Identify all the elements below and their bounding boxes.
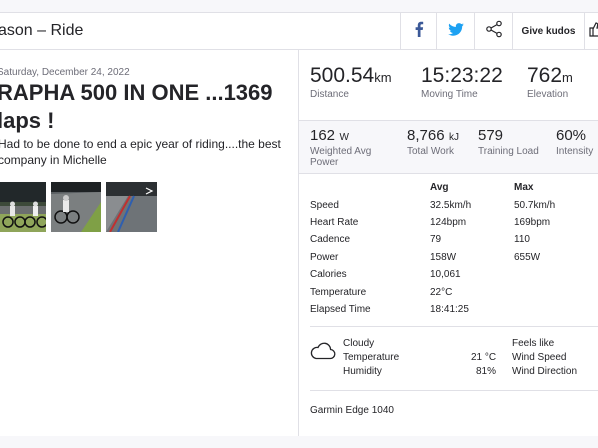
stat-total-work: 8,766 kJ Total Work — [407, 127, 459, 157]
stat-value: 500.54 — [310, 64, 375, 87]
row-max: 169bpm — [514, 217, 551, 228]
row-label: Power — [310, 252, 339, 263]
row-avg: 79 — [430, 234, 442, 245]
row-avg: 158W — [430, 252, 457, 263]
table-row: Temperature 22°C — [310, 287, 598, 304]
activity-date: Saturday, December 24, 2022 — [0, 67, 130, 78]
row-avg: 18:41:25 — [430, 304, 469, 315]
thumbs-up-icon — [589, 21, 598, 42]
table-row: Elapsed Time 18:41:25 — [310, 304, 598, 321]
share-button[interactable] — [474, 13, 512, 50]
stat-training-load: 579 Training Load — [478, 127, 539, 157]
twitter-icon — [447, 22, 464, 41]
stat-label: Intensity — [556, 146, 594, 157]
stat-value: 60% — [556, 127, 587, 144]
row-avg: 10,061 — [430, 269, 461, 280]
header-title: ason – Ride — [0, 22, 84, 39]
table-row: Speed 32.5km/h 50.7km/h — [310, 200, 598, 217]
activity-photo[interactable] — [51, 182, 101, 232]
table-row: Heart Rate 124bpm 169bpm — [310, 217, 598, 234]
row-label: Temperature — [310, 287, 367, 298]
row-avg: 22°C — [430, 287, 453, 298]
table-row: Calories 10,061 — [310, 269, 598, 286]
stat-moving-time: 15:23:22 Moving Time — [421, 64, 503, 100]
give-kudos-button[interactable]: Give kudos — [512, 13, 584, 50]
activity-page: ason – Ride Give kudos Saturday, Decembe… — [0, 0, 598, 448]
activity-description: Had to be done to end a epic year of rid… — [0, 137, 281, 167]
weather-humidity-value: 81% — [476, 366, 497, 377]
stat-label: Distance — [310, 89, 349, 100]
cloud-icon — [310, 342, 336, 363]
weather-condition: Cloudy — [343, 338, 375, 349]
row-avg: 124bpm — [430, 217, 467, 228]
section-divider — [310, 326, 598, 327]
table-header-avg: Avg — [430, 182, 449, 193]
stat-elevation: 762m Elevation — [527, 64, 573, 100]
stat-value: 762 — [527, 64, 563, 87]
share-icon — [485, 20, 503, 43]
weather-temperature-value: 21 °C — [471, 352, 497, 363]
stat-weighted-avg-power: 162 W Weighted Avg Power — [310, 127, 390, 168]
row-label: Heart Rate — [310, 217, 359, 228]
stat-value: 579 — [478, 127, 504, 144]
column-divider — [298, 50, 299, 436]
stat-unit: m — [562, 70, 573, 85]
weather-temperature-label: Temperature — [343, 352, 400, 363]
table-row: Power 158W 655W — [310, 252, 598, 269]
activity-photo[interactable] — [0, 182, 46, 232]
row-label: Elapsed Time — [310, 304, 371, 315]
kudos-thumb-button[interactable] — [584, 13, 598, 50]
stat-value: 8,766 — [407, 127, 445, 144]
activity-photo[interactable] — [106, 182, 157, 232]
stat-distance: 500.54km Distance — [310, 64, 392, 100]
stat-label: Moving Time — [421, 89, 478, 100]
twitter-share-button[interactable] — [436, 13, 474, 50]
stat-label: Total Work — [407, 146, 455, 157]
row-label: Speed — [310, 200, 339, 211]
activity-main: Saturday, December 24, 2022 RAPHA 500 IN… — [0, 50, 598, 436]
activity-header: ason – Ride Give kudos — [0, 12, 598, 50]
stat-label: Weighted Avg Power — [310, 146, 372, 168]
row-label: Cadence — [310, 234, 351, 245]
facebook-icon — [414, 21, 424, 42]
row-max: 655W — [514, 252, 541, 263]
facebook-share-button[interactable] — [400, 13, 436, 50]
stat-label: Elevation — [527, 89, 569, 100]
weather-humidity-label: Humidity — [343, 366, 382, 377]
stat-unit: kJ — [449, 132, 459, 143]
weather-wind-speed-label: Wind Speed — [512, 352, 567, 363]
weather-feels-like-label: Feels like — [512, 338, 555, 349]
stat-value: 15:23:22 — [421, 64, 503, 87]
stat-intensity: 60% Intensity — [556, 127, 593, 157]
table-row: Cadence 79 110 — [310, 234, 598, 251]
row-max: 110 — [514, 234, 530, 245]
device-name: Garmin Edge 1040 — [310, 405, 394, 416]
activity-title: RAPHA 500 IN ONE ...1369 laps ! — [0, 80, 273, 133]
weather-wind-direction-label: Wind Direction — [512, 366, 578, 377]
row-avg: 32.5km/h — [430, 200, 472, 211]
section-divider — [310, 390, 598, 391]
table-header-max: Max — [514, 182, 534, 193]
stat-unit: km — [374, 70, 392, 85]
stat-unit: W — [339, 132, 349, 143]
row-label: Calories — [310, 269, 347, 280]
row-max: 50.7km/h — [514, 200, 556, 211]
stat-label: Training Load — [478, 146, 539, 157]
stat-value: 162 — [310, 127, 336, 144]
